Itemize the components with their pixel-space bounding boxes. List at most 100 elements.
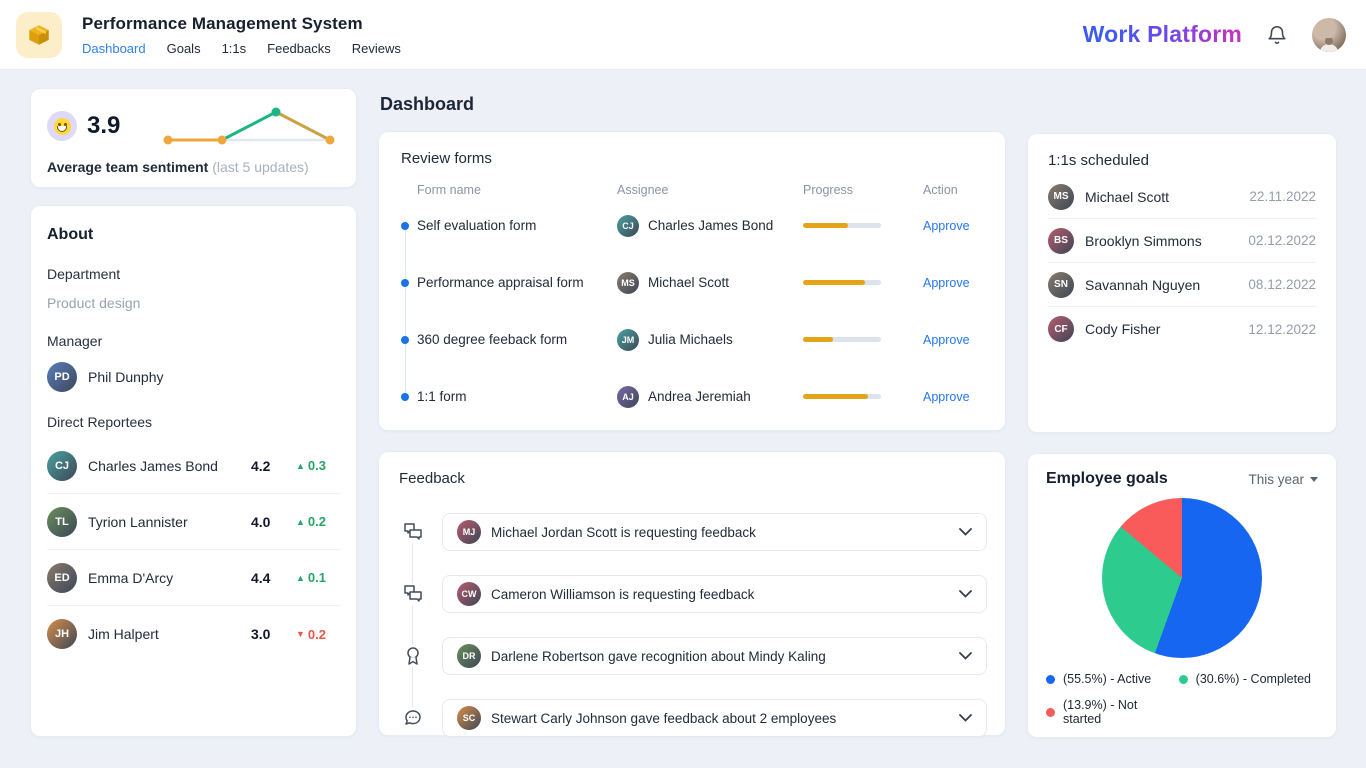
pie-legend: (55.5%) - Active (30.6%) - Completed (13… <box>1046 672 1318 726</box>
avatar: DR <box>457 644 481 668</box>
feedback-row[interactable]: MJ Michael Jordan Scott is requesting fe… <box>442 513 987 551</box>
reportee-delta: ▼ 0.2 <box>296 626 326 642</box>
feedback-item: DR Darlene Robertson gave recognition ab… <box>399 625 987 687</box>
sentiment-score: 3.9 <box>87 112 121 139</box>
meeting-date: 08.12.2022 <box>1248 277 1316 292</box>
reportee-name: Charles James Bond <box>88 457 218 474</box>
reportee-score: 3.0 <box>251 626 271 642</box>
user-avatar[interactable] <box>1312 17 1346 52</box>
reportee-delta: ▲ 0.3 <box>296 458 326 473</box>
app-header: Performance Management System Dashboard … <box>0 0 1366 70</box>
legend-item-completed: (30.6%) - Completed <box>1178 672 1318 686</box>
avatar: CF <box>1048 316 1074 342</box>
delta-arrow-icon: ▲ <box>296 516 305 527</box>
chevron-down-icon[interactable] <box>959 714 972 722</box>
timeline-dot-icon <box>401 392 409 401</box>
approve-button[interactable]: Approve <box>923 390 983 404</box>
avatar: AJ <box>617 385 639 408</box>
approve-button[interactable]: Approve <box>923 333 983 347</box>
review-forms-title: Review forms <box>401 150 492 167</box>
reportee-row: ED Emma D'Arcy 4.4 ▲ 0.1 <box>47 550 340 606</box>
caret-down-icon <box>1310 476 1318 482</box>
progress-bar <box>803 280 881 285</box>
app-logo[interactable] <box>16 11 62 58</box>
nav-tab-feedbacks[interactable]: Feedbacks <box>267 41 331 56</box>
reportee-score: 4.2 <box>251 457 271 474</box>
avatar: PD <box>47 362 77 392</box>
person-name: Savannah Nguyen <box>1085 276 1201 293</box>
department-value: Product design <box>47 295 141 311</box>
person-name: Brooklyn Simmons <box>1085 232 1202 249</box>
delta-arrow-icon: ▼ <box>296 629 305 639</box>
chevron-down-icon[interactable] <box>959 652 972 660</box>
avatar: CJ <box>47 450 77 481</box>
package-cube-icon <box>29 24 49 45</box>
avatar: MJ <box>457 520 481 544</box>
about-card: About Department Product design Manager … <box>30 205 357 737</box>
reportees-label: Direct Reportees <box>47 414 153 430</box>
one-on-ones-card: 1:1s scheduled MS Michael Scott 22.11.20… <box>1027 133 1337 433</box>
reportee-row: JH Jim Halpert 3.0 ▼ 0.2 <box>47 606 340 662</box>
column-assignee: Assignee <box>617 183 669 197</box>
assignee-name: Charles James Bond <box>648 218 774 233</box>
notification-bell-icon[interactable] <box>1266 24 1288 46</box>
assignee-name: Andrea Jeremiah <box>648 389 751 404</box>
column-progress: Progress <box>803 183 854 197</box>
review-forms-header: Form name Assignee Progress Action <box>401 183 983 197</box>
feedback-row[interactable]: CW Cameron Williamson is requesting feed… <box>442 575 987 613</box>
form-name: Self evaluation form <box>417 218 537 233</box>
approve-button[interactable]: Approve <box>923 219 983 233</box>
chevron-down-icon[interactable] <box>959 590 972 598</box>
chat-duplicate-icon <box>399 583 426 605</box>
goals-pie-chart <box>1102 498 1262 658</box>
legend-dot-icon <box>1046 674 1055 684</box>
person-name: Michael Scott <box>1085 188 1170 205</box>
review-form-row: 1:1 form AJ Andrea Jeremiah Approve <box>401 368 983 425</box>
sentiment-label: Average team sentiment <box>47 159 209 175</box>
reportee-delta: ▲ 0.1 <box>296 570 326 585</box>
manager-label: Manager <box>47 333 103 349</box>
page-title: Dashboard <box>380 94 475 114</box>
comment-dots-icon <box>399 707 426 729</box>
reportees-list: CJ Charles James Bond 4.2 ▲ 0.3 TL Tyrion… <box>47 438 340 662</box>
feedback-card: Feedback MJ Michael Jordan Scott is requ… <box>378 451 1006 737</box>
feedback-title: Feedback <box>399 470 465 487</box>
feedback-item: CW Cameron Williamson is requesting feed… <box>399 563 987 625</box>
timeline-dot-icon <box>401 221 409 230</box>
avatar: ED <box>47 562 77 593</box>
reportee-row: TL Tyrion Lannister 4.0 ▲ 0.2 <box>47 494 340 550</box>
filter-label: This year <box>1248 471 1304 487</box>
chat-duplicate-icon <box>399 521 426 543</box>
nav-tab-goals[interactable]: Goals <box>167 41 201 56</box>
reportee-score: 4.0 <box>251 513 271 530</box>
avatar: JM <box>617 328 639 351</box>
legend-item-active: (55.5%) - Active <box>1046 672 1179 686</box>
form-name: 360 degree feeback form <box>417 332 568 347</box>
avatar: MS <box>1048 183 1074 210</box>
feedback-text: Michael Jordan Scott is requesting feedb… <box>491 524 756 540</box>
manager-row: PD Phil Dunphy <box>47 362 340 392</box>
nav-tab-reviews[interactable]: Reviews <box>352 41 401 56</box>
avatar: BS <box>1048 227 1074 254</box>
reportee-name: Tyrion Lannister <box>88 513 188 530</box>
sentiment-sublabel: (last 5 updates) <box>212 159 309 175</box>
feedback-item: SC Stewart Carly Johnson gave feedback a… <box>399 687 987 749</box>
nav-tab-1-1s[interactable]: 1:1s <box>222 41 247 56</box>
review-form-row: Self evaluation form CJ Charles James Bon… <box>401 197 983 254</box>
feedback-row[interactable]: DR Darlene Robertson gave recognition ab… <box>442 637 987 675</box>
nav-tab-dashboard[interactable]: Dashboard <box>82 41 146 56</box>
reportee-score: 4.4 <box>251 569 271 586</box>
year-filter-dropdown[interactable]: This year <box>1248 472 1318 487</box>
left-column: 3.9 Average team sentiment (last 5 updat… <box>30 88 357 737</box>
progress-bar <box>803 337 881 342</box>
chevron-down-icon[interactable] <box>959 528 972 536</box>
legend-item-not-started: (13.9%) - Not started <box>1046 698 1179 726</box>
feedback-row[interactable]: SC Stewart Carly Johnson gave feedback a… <box>442 699 987 737</box>
sentiment-caption: Average team sentiment (last 5 updates) <box>47 159 340 175</box>
assignee-name: Michael Scott <box>648 275 730 290</box>
legend-dot-icon <box>1046 707 1055 717</box>
approve-button[interactable]: Approve <box>923 276 983 290</box>
right-column: 1:1s scheduled MS Michael Scott 22.11.20… <box>1027 88 1337 738</box>
meeting-date: 22.11.2022 <box>1249 189 1316 204</box>
one-on-one-row: CF Cody Fisher 12.12.2022 <box>1048 307 1316 351</box>
